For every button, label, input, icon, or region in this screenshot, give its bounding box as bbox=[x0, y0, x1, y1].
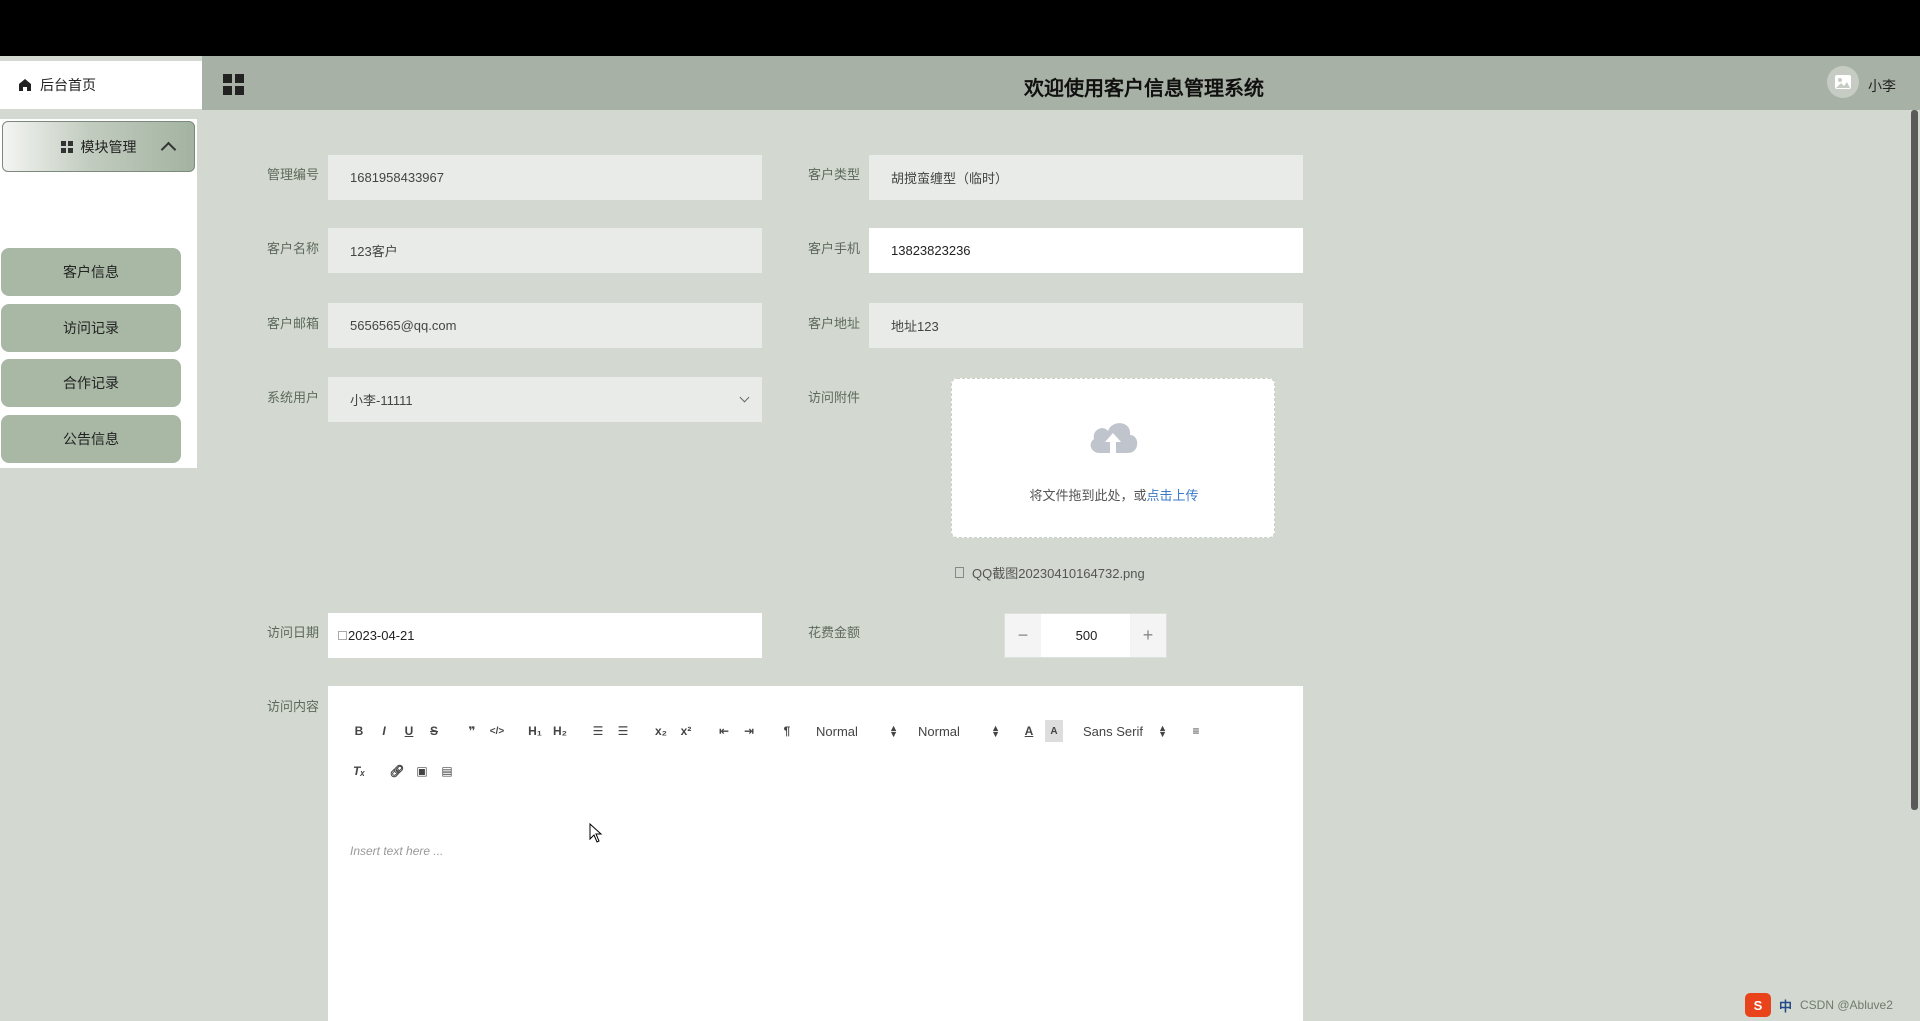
font-picker[interactable]: Sans Serif ▲ ▼ bbox=[1083, 724, 1167, 739]
customer-phone-label: 客户手机 bbox=[808, 241, 861, 256]
image-icon bbox=[1835, 75, 1851, 89]
indent-icon[interactable]: ⇥ bbox=[740, 720, 758, 742]
outdent-icon[interactable]: ⇤ bbox=[715, 720, 733, 742]
upload-hint: 将文件拖到此处，或点击上传 bbox=[1029, 488, 1199, 503]
uploaded-file-item[interactable]: QQ截图20230410164732.png bbox=[955, 563, 1145, 582]
video-icon[interactable]: ▤ bbox=[438, 760, 456, 782]
click-upload-link[interactable]: 点击上传 bbox=[1147, 488, 1199, 503]
customer-type-label: 客户类型 bbox=[808, 167, 861, 182]
increment-button[interactable]: + bbox=[1130, 614, 1166, 657]
watermark: CSDN @Abluve2 bbox=[1800, 998, 1893, 1012]
strikethrough-icon[interactable]: S bbox=[425, 720, 443, 742]
page-scrollbar[interactable] bbox=[1908, 110, 1920, 1021]
scrollbar-thumb[interactable] bbox=[1911, 110, 1918, 810]
username[interactable]: 小李 bbox=[1868, 76, 1896, 96]
sidebar-item-label: 公告信息 bbox=[63, 431, 119, 447]
customer-type-field[interactable]: 胡搅蛮缠型（临时） bbox=[869, 155, 1303, 200]
ordered-list-icon[interactable]: ☰ bbox=[589, 720, 607, 742]
visit-date-label: 访问日期 bbox=[267, 625, 320, 640]
cost-stepper: − 500 + bbox=[1004, 613, 1167, 658]
header-picker[interactable]: Normal ▲ ▼ bbox=[816, 724, 898, 739]
code-block-icon[interactable]: </> bbox=[488, 720, 506, 742]
visit-date-picker[interactable]: 2023-04-21 bbox=[328, 613, 762, 658]
clear-format-icon[interactable]: Tₓ bbox=[350, 760, 368, 782]
underline-icon[interactable]: U bbox=[400, 720, 418, 742]
visit-date-value: 2023-04-21 bbox=[348, 628, 415, 643]
system-user-label: 系统用户 bbox=[267, 390, 320, 405]
document-icon bbox=[955, 567, 964, 578]
sidebar-home-label: 后台首页 bbox=[40, 77, 96, 93]
heading-1-icon[interactable]: H₁ bbox=[526, 720, 544, 742]
link-icon[interactable]: 🔗︎ bbox=[388, 760, 406, 782]
rich-text-editor: B I U S ❞ </> H₁ H₂ ☰ ☰ x₂ x² ⇤ ⇥ ¶ Norm… bbox=[328, 686, 1303, 1021]
top-black-bar bbox=[0, 0, 1920, 56]
cloud-upload-icon bbox=[1086, 417, 1140, 457]
top-header: 欢迎使用客户信息管理系统 小李 bbox=[202, 56, 1920, 110]
sidebar-item-label: 合作记录 bbox=[63, 375, 119, 391]
superscript-icon[interactable]: x² bbox=[677, 720, 695, 742]
manage-no-label: 管理编号 bbox=[267, 167, 320, 182]
subscript-icon[interactable]: x₂ bbox=[652, 720, 670, 742]
bold-icon[interactable]: B bbox=[350, 720, 368, 742]
customer-address-label: 客户地址 bbox=[808, 316, 861, 331]
uploaded-file-name: QQ截图20230410164732.png bbox=[972, 566, 1145, 581]
rtl-direction-icon[interactable]: ¶ bbox=[778, 720, 796, 742]
sidebar: 后台首页 模块管理 客户信息 访问记录 合作记录 公告信息 bbox=[0, 56, 202, 1021]
size-picker[interactable]: Normal ▲ ▼ bbox=[918, 724, 1000, 739]
sidebar-item-announcements[interactable]: 公告信息 bbox=[1, 415, 181, 463]
cost-label: 花费金额 bbox=[808, 625, 861, 640]
ime-tray: S 中 bbox=[1745, 993, 1800, 1017]
grid-icon bbox=[60, 140, 73, 153]
calendar-icon bbox=[338, 631, 347, 640]
sidebar-item-visit-records[interactable]: 访问记录 bbox=[1, 304, 181, 352]
image-icon[interactable]: ▣ bbox=[413, 760, 431, 782]
bullet-list-icon[interactable]: ☰ bbox=[614, 720, 632, 742]
up-down-icon: ▲ ▼ bbox=[1158, 723, 1167, 739]
customer-email-label: 客户邮箱 bbox=[267, 316, 320, 331]
page-title: 欢迎使用客户信息管理系统 bbox=[1024, 78, 1264, 100]
module-menu-panel: 模块管理 客户信息 访问记录 合作记录 公告信息 bbox=[0, 119, 197, 468]
customer-name-label: 客户名称 bbox=[267, 241, 320, 256]
system-user-select[interactable]: 小李-11111 bbox=[328, 377, 762, 422]
editor-toolbar-row-1: B I U S ❞ </> H₁ H₂ ☰ ☰ x₂ x² ⇤ ⇥ ¶ Norm… bbox=[350, 720, 1212, 742]
up-down-icon: ▲ ▼ bbox=[889, 723, 898, 739]
mouse-cursor-icon bbox=[589, 823, 603, 843]
module-management-toggle[interactable]: 模块管理 bbox=[2, 121, 195, 172]
customer-name-field[interactable]: 123客户 bbox=[328, 228, 762, 273]
italic-icon[interactable]: I bbox=[375, 720, 393, 742]
sidebar-item-cooperation-records[interactable]: 合作记录 bbox=[1, 359, 181, 407]
sogou-ime-icon[interactable]: S bbox=[1745, 993, 1771, 1017]
blockquote-icon[interactable]: ❞ bbox=[463, 720, 481, 742]
customer-phone-field[interactable]: 13823823236 bbox=[869, 228, 1303, 273]
cost-input[interactable]: 500 bbox=[1043, 614, 1130, 657]
decrement-button[interactable]: − bbox=[1005, 614, 1041, 657]
module-management-label: 模块管理 bbox=[80, 138, 137, 155]
upload-dropzone[interactable]: 将文件拖到此处，或点击上传 bbox=[951, 378, 1275, 538]
chevron-up-icon bbox=[160, 141, 177, 158]
editor-toolbar-row-2: Tₓ 🔗︎ ▣ ▤ bbox=[350, 760, 463, 782]
chevron-down-icon bbox=[739, 392, 750, 403]
customer-address-field[interactable]: 地址123 bbox=[869, 303, 1303, 348]
background-color-icon[interactable]: A bbox=[1045, 720, 1063, 742]
font-color-icon[interactable]: A bbox=[1020, 720, 1038, 742]
editor-placeholder[interactable]: Insert text here ... bbox=[350, 844, 443, 858]
sidebar-item-label: 客户信息 bbox=[63, 264, 119, 280]
sidebar-item-customer-info[interactable]: 客户信息 bbox=[1, 248, 181, 296]
home-icon bbox=[18, 78, 32, 92]
sidebar-item-label: 访问记录 bbox=[63, 320, 119, 336]
attachment-label: 访问附件 bbox=[808, 390, 861, 405]
ime-language-label[interactable]: 中 bbox=[1779, 996, 1792, 1015]
customer-email-field[interactable]: 5656565@qq.com bbox=[328, 303, 762, 348]
system-user-value: 小李-11111 bbox=[350, 393, 413, 408]
heading-2-icon[interactable]: H₂ bbox=[551, 720, 569, 742]
sidebar-item-home[interactable]: 后台首页 bbox=[0, 61, 202, 109]
avatar[interactable] bbox=[1827, 66, 1859, 98]
content-label: 访问内容 bbox=[267, 699, 320, 714]
align-icon[interactable]: ≡ bbox=[1187, 720, 1205, 742]
up-down-icon: ▲ ▼ bbox=[991, 723, 1000, 739]
manage-no-field[interactable]: 1681958433967 bbox=[328, 155, 762, 200]
